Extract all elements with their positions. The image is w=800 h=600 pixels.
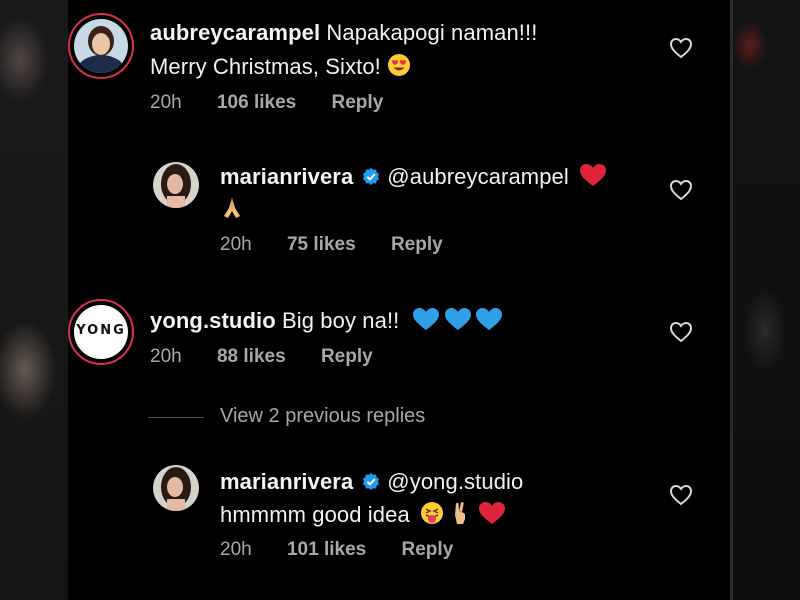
- view-previous-replies-link[interactable]: View 2 previous replies: [220, 405, 425, 428]
- like-heart-icon[interactable]: [669, 321, 693, 343]
- username[interactable]: yong.studio: [150, 308, 276, 333]
- avatar[interactable]: [153, 162, 199, 208]
- timestamp: 20h: [220, 539, 252, 560]
- reply-marianrivera-2: marianrivera @yong.studio hmmmm good ide…: [68, 450, 730, 590]
- reply-marianrivera-1: marianrivera @aubreycarampel 20h 75 like…: [68, 140, 730, 270]
- crossed-fingers-emoji: [450, 501, 472, 531]
- username[interactable]: aubreycarampel: [150, 20, 320, 45]
- comment-text: hmmmm good idea: [220, 502, 410, 527]
- mention-link[interactable]: @yong.studio: [387, 469, 523, 494]
- comments-feed: aubreycarampel Napakapogi naman!!! Merry…: [68, 0, 730, 600]
- likes-count[interactable]: 101 likes: [287, 539, 366, 560]
- likes-count[interactable]: 75 likes: [287, 234, 356, 255]
- username[interactable]: marianrivera: [220, 164, 353, 189]
- avatar[interactable]: [153, 465, 199, 511]
- like-heart-icon[interactable]: [669, 179, 693, 201]
- reply-button[interactable]: Reply: [332, 92, 384, 113]
- comment-meta: 20h 88 likes Reply: [150, 346, 373, 368]
- red-heart-emoji: [478, 501, 506, 531]
- avatar[interactable]: [74, 19, 128, 73]
- username[interactable]: marianrivera: [220, 469, 353, 494]
- reply-button[interactable]: Reply: [391, 234, 443, 255]
- comment-meta: 20h 75 likes Reply: [220, 234, 443, 256]
- reply-button[interactable]: Reply: [321, 346, 373, 367]
- reply-button[interactable]: Reply: [402, 539, 454, 560]
- screenshot-stage: aubreycarampel Napakapogi naman!!! Merry…: [0, 0, 800, 600]
- comment-text-line2: [220, 196, 244, 226]
- likes-count[interactable]: 106 likes: [217, 92, 296, 113]
- comment-meta: 20h 106 likes Reply: [150, 92, 383, 114]
- comment-text-line1: yong.studio Big boy na!!: [150, 307, 504, 337]
- like-heart-icon[interactable]: [669, 37, 693, 59]
- comment-text-line2: hmmmm good idea: [220, 501, 506, 531]
- mention-link[interactable]: @aubreycarampel: [387, 164, 569, 189]
- avatar[interactable]: YONG: [74, 305, 128, 359]
- comment-text: Napakapogi naman!!!: [326, 20, 538, 45]
- blurred-right-margin: [730, 0, 800, 600]
- comment-text-line2: Merry Christmas, Sixto!: [150, 53, 411, 83]
- verified-badge-icon: [361, 472, 381, 498]
- right-divider: [730, 0, 733, 600]
- replies-divider-line: [148, 417, 204, 418]
- likes-count[interactable]: 88 likes: [217, 346, 286, 367]
- timestamp: 20h: [150, 92, 182, 113]
- comment-text: Big boy na!!: [281, 308, 400, 333]
- comment-text-line1: marianrivera @yong.studio: [220, 469, 523, 498]
- comment-text-line1: marianrivera @aubreycarampel: [220, 163, 607, 193]
- verified-badge-icon: [361, 167, 381, 193]
- heart-eyes-emoji: [387, 53, 411, 83]
- comment-text-line1: aubreycarampel Napakapogi naman!!!: [150, 20, 537, 46]
- blurred-left-margin: [0, 0, 68, 600]
- comment-yong-studio: YONG yong.studio Big boy na!! 20h 88 lik…: [68, 290, 730, 390]
- folded-hands-emoji: [220, 196, 244, 226]
- timestamp: 20h: [150, 346, 182, 367]
- blue-hearts-emoji: [412, 307, 504, 337]
- comment-text: Merry Christmas, Sixto!: [150, 54, 381, 79]
- comment-aubreycarampel: aubreycarampel Napakapogi naman!!! Merry…: [68, 0, 730, 130]
- comment-meta: 20h 101 likes Reply: [220, 539, 453, 561]
- avatar-logo-text: YONG: [76, 323, 126, 338]
- tongue-out-emoji: [420, 501, 444, 531]
- timestamp: 20h: [220, 234, 252, 255]
- red-heart-emoji: [579, 163, 607, 193]
- like-heart-icon[interactable]: [669, 484, 693, 506]
